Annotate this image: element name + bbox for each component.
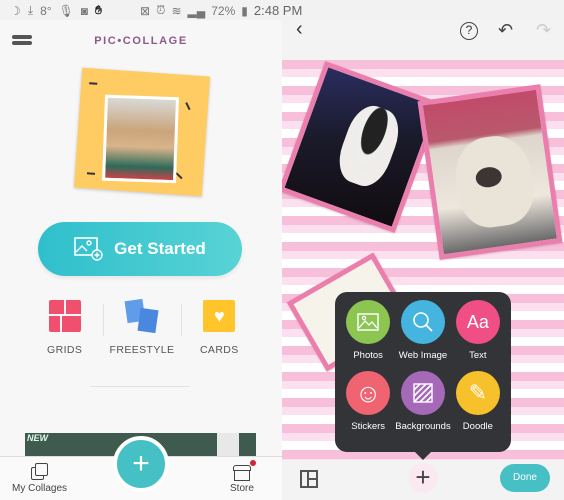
signal-icon: ▂▄ (187, 3, 206, 18)
grid-icon (48, 300, 81, 332)
sample-collage-preview[interactable] (73, 67, 211, 197)
heart-card-icon: ♥ (203, 300, 236, 332)
back-icon[interactable]: ‹ (296, 18, 303, 41)
menu-text[interactable]: Aa Text (451, 300, 505, 361)
option-label: CARDS (199, 344, 239, 356)
menu-label: Stickers (351, 421, 386, 432)
pencil-icon: ✎ (455, 371, 500, 415)
option-freestyle[interactable]: FREESTYLE (103, 298, 180, 356)
option-label: FREESTYLE (109, 344, 175, 356)
menu-doodle[interactable]: ✎ Doodle (451, 371, 505, 432)
home-screen: PIC•COLLAGE Get Started GRIDS FREESTYLE … (0, 0, 282, 500)
menu-stickers[interactable]: ☺ Stickers (341, 371, 395, 432)
layout-icon[interactable] (300, 470, 318, 488)
collages-icon (30, 463, 50, 481)
add-photo-icon (74, 237, 103, 261)
battery-percent: 72% (211, 3, 236, 18)
nav-my-collages[interactable]: My Collages (12, 463, 67, 494)
store-icon (232, 460, 256, 481)
nav-label: My Collages (12, 483, 68, 494)
menu-label: Web Image (398, 350, 448, 361)
menu-label: Backgrounds (395, 421, 451, 432)
menu-label: Photos (353, 350, 383, 361)
hand-icon: ✋︎ (95, 3, 102, 17)
create-collage-fab[interactable]: + (113, 436, 169, 492)
mute-icon: ⊠ (140, 3, 151, 18)
moon-icon: ☽ (10, 3, 21, 18)
wifi-icon: ≋ (171, 3, 182, 18)
editor-bottom-bar: + Done (282, 460, 564, 500)
status-bar: ☽ ⤓ 8° 🎙︎ ◙ ✋︎ ⊠ ⏰︎ ≋ ▂▄ 72% ▮ 2:48 PM (0, 0, 564, 20)
help-icon[interactable]: ? (460, 22, 478, 40)
editor-screen: ‹ ? ↶ ↷ Photos Web Image Aa Text ☺ Stick… (282, 0, 564, 500)
freestyle-icon (124, 298, 159, 334)
add-menu-popup: Photos Web Image Aa Text ☺ Stickers Back… (335, 292, 511, 460)
mic-icon: 🎙︎ (58, 3, 74, 18)
get-started-label: Get Started (114, 239, 206, 258)
photo-icon (346, 300, 391, 344)
menu-photos[interactable]: Photos (341, 300, 395, 361)
notification-badge (249, 460, 256, 466)
collage-type-options: GRIDS FREESTYLE ♥ CARDS (26, 298, 258, 356)
dog-photo (102, 94, 179, 184)
backgrounds-icon (400, 371, 445, 415)
clock: 2:48 PM (253, 3, 303, 18)
battery-icon: ▮ (241, 3, 248, 18)
smiley-icon: ☺ (346, 371, 391, 415)
option-cards[interactable]: ♥ CARDS (180, 300, 258, 356)
camera-icon: ◙ (80, 3, 89, 18)
get-started-button[interactable]: Get Started (38, 222, 242, 276)
text-icon: Aa (455, 300, 500, 344)
menu-label: Text (469, 350, 487, 361)
app-logo: PIC•COLLAGE (94, 35, 188, 47)
option-label: GRIDS (47, 344, 83, 356)
temperature: 8° (40, 3, 52, 18)
download-icon: ⤓ (27, 3, 34, 17)
undo-icon[interactable]: ↶ (498, 20, 513, 41)
alarm-icon: ⏰︎ (156, 3, 166, 17)
menu-label: Doodle (462, 421, 493, 432)
redo-icon[interactable]: ↷ (536, 20, 551, 41)
shop-icon (217, 433, 239, 457)
add-button[interactable]: + (408, 463, 438, 493)
search-icon (400, 300, 445, 344)
menu-web-image[interactable]: Web Image (395, 300, 450, 361)
nav-label: Store (230, 483, 254, 494)
divider (90, 386, 190, 387)
menu-backgrounds[interactable]: Backgrounds (395, 371, 451, 432)
photo-labrador[interactable] (417, 84, 563, 260)
done-button[interactable]: Done (500, 464, 550, 492)
option-grids[interactable]: GRIDS (26, 300, 103, 356)
nav-store[interactable]: Store (230, 460, 256, 494)
photo-puppy[interactable] (282, 60, 442, 234)
banner-text: NEW (27, 433, 48, 443)
